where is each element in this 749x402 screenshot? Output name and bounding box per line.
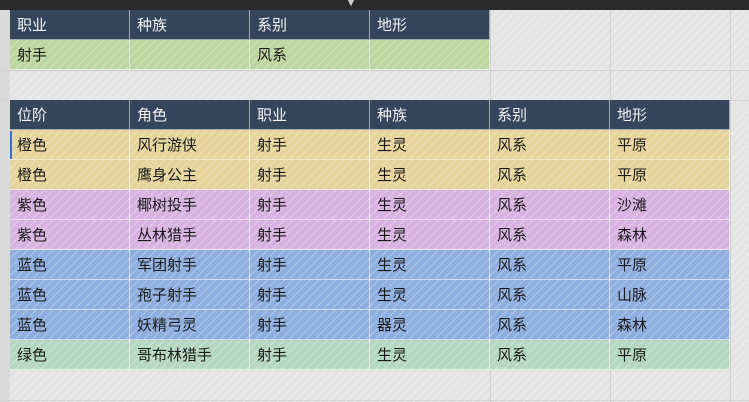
terrain-cell[interactable]: 沙滩 bbox=[610, 190, 730, 220]
role-cell[interactable]: 风行游侠 bbox=[130, 130, 250, 160]
terrain-cell[interactable]: 平原 bbox=[610, 130, 730, 160]
table2-header-cell[interactable]: 职业 bbox=[250, 100, 370, 130]
role-cell[interactable]: 鹰身公主 bbox=[130, 160, 250, 190]
spreadsheet-canvas: ▼ 职业 种族 系别 地形 射手 风系 位阶 角色 职业 种族 系别 地形 橙色… bbox=[0, 0, 749, 402]
race-cell[interactable]: 生灵 bbox=[370, 340, 490, 370]
element-cell[interactable]: 风系 bbox=[490, 220, 610, 250]
tier-cell[interactable]: 蓝色 bbox=[10, 250, 130, 280]
terrain-cell[interactable]: 平原 bbox=[610, 340, 730, 370]
job-cell[interactable]: 射手 bbox=[250, 250, 370, 280]
table1-cell[interactable]: 射手 bbox=[10, 40, 130, 70]
top-bar: ▼ bbox=[0, 0, 749, 10]
table1-header-row: 职业 种族 系别 地形 bbox=[10, 10, 490, 40]
tier-cell[interactable]: 绿色 bbox=[10, 340, 130, 370]
table2-header-row: 位阶 角色 职业 种族 系别 地形 bbox=[10, 100, 730, 130]
element-cell[interactable]: 风系 bbox=[490, 250, 610, 280]
row-gutter bbox=[0, 10, 10, 402]
grid-line bbox=[0, 70, 749, 71]
table1-header-cell[interactable]: 系别 bbox=[250, 10, 370, 40]
race-cell[interactable]: 器灵 bbox=[370, 310, 490, 340]
terrain-cell[interactable]: 森林 bbox=[610, 220, 730, 250]
table-row: 蓝色 军团射手 射手 生灵 风系 平原 bbox=[10, 250, 730, 280]
table1-header-cell[interactable]: 种族 bbox=[130, 10, 250, 40]
table1-header-cell[interactable]: 职业 bbox=[10, 10, 130, 40]
grid-line bbox=[730, 10, 731, 402]
table-row: 橙色 风行游侠 射手 生灵 风系 平原 bbox=[10, 130, 730, 160]
role-cell[interactable]: 椰树投手 bbox=[130, 190, 250, 220]
element-cell[interactable]: 风系 bbox=[490, 160, 610, 190]
tier-cell[interactable]: 紫色 bbox=[10, 190, 130, 220]
table2-header-cell[interactable]: 地形 bbox=[610, 100, 730, 130]
terrain-cell[interactable]: 森林 bbox=[610, 310, 730, 340]
role-cell[interactable]: 丛林猎手 bbox=[130, 220, 250, 250]
table-row: 绿色 哥布林猎手 射手 生灵 风系 平原 bbox=[10, 340, 730, 370]
active-row-marker bbox=[10, 131, 12, 159]
terrain-cell[interactable]: 平原 bbox=[610, 250, 730, 280]
job-cell[interactable]: 射手 bbox=[250, 310, 370, 340]
table-row: 紫色 椰树投手 射手 生灵 风系 沙滩 bbox=[10, 190, 730, 220]
tier-cell[interactable]: 蓝色 bbox=[10, 310, 130, 340]
element-cell[interactable]: 风系 bbox=[490, 310, 610, 340]
table-row: 紫色 丛林猎手 射手 生灵 风系 森林 bbox=[10, 220, 730, 250]
table1-cell[interactable]: 风系 bbox=[250, 40, 370, 70]
element-cell[interactable]: 风系 bbox=[490, 190, 610, 220]
job-cell[interactable]: 射手 bbox=[250, 130, 370, 160]
table1-cell[interactable] bbox=[370, 40, 490, 70]
table-row: 橙色 鹰身公主 射手 生灵 风系 平原 bbox=[10, 160, 730, 190]
race-cell[interactable]: 生灵 bbox=[370, 280, 490, 310]
terrain-cell[interactable]: 山脉 bbox=[610, 280, 730, 310]
grid-line bbox=[0, 400, 749, 401]
terrain-cell[interactable]: 平原 bbox=[610, 160, 730, 190]
tier-cell[interactable]: 蓝色 bbox=[10, 280, 130, 310]
table1-data-row: 射手 风系 bbox=[10, 40, 490, 70]
table1-cell[interactable] bbox=[130, 40, 250, 70]
tier-cell[interactable]: 橙色 bbox=[10, 160, 130, 190]
table2-header-cell[interactable]: 种族 bbox=[370, 100, 490, 130]
table-row: 蓝色 妖精弓灵 射手 器灵 风系 森林 bbox=[10, 310, 730, 340]
race-cell[interactable]: 生灵 bbox=[370, 130, 490, 160]
role-cell[interactable]: 孢子射手 bbox=[130, 280, 250, 310]
job-cell[interactable]: 射手 bbox=[250, 340, 370, 370]
table2-header-cell[interactable]: 角色 bbox=[130, 100, 250, 130]
job-cell[interactable]: 射手 bbox=[250, 220, 370, 250]
table-row: 蓝色 孢子射手 射手 生灵 风系 山脉 bbox=[10, 280, 730, 310]
role-cell[interactable]: 军团射手 bbox=[130, 250, 250, 280]
table2-header-cell[interactable]: 系别 bbox=[490, 100, 610, 130]
race-cell[interactable]: 生灵 bbox=[370, 190, 490, 220]
job-cell[interactable]: 射手 bbox=[250, 280, 370, 310]
element-cell[interactable]: 风系 bbox=[490, 340, 610, 370]
job-cell[interactable]: 射手 bbox=[250, 190, 370, 220]
race-cell[interactable]: 生灵 bbox=[370, 160, 490, 190]
chevron-down-icon[interactable]: ▼ bbox=[345, 0, 357, 8]
tier-cell[interactable]: 橙色 bbox=[10, 130, 130, 160]
role-cell[interactable]: 妖精弓灵 bbox=[130, 310, 250, 340]
table1-header-cell[interactable]: 地形 bbox=[370, 10, 490, 40]
job-cell[interactable]: 射手 bbox=[250, 160, 370, 190]
element-cell[interactable]: 风系 bbox=[490, 280, 610, 310]
role-cell[interactable]: 哥布林猎手 bbox=[130, 340, 250, 370]
element-cell[interactable]: 风系 bbox=[490, 130, 610, 160]
race-cell[interactable]: 生灵 bbox=[370, 220, 490, 250]
table2-header-cell[interactable]: 位阶 bbox=[10, 100, 130, 130]
tier-cell[interactable]: 紫色 bbox=[10, 220, 130, 250]
race-cell[interactable]: 生灵 bbox=[370, 250, 490, 280]
